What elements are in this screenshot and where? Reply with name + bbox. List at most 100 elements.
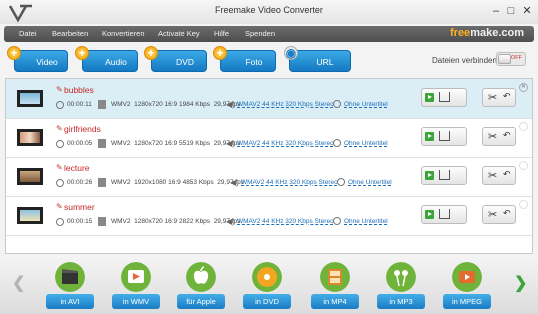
file-name[interactable]: lecture xyxy=(64,163,90,173)
menu-datei[interactable]: Datei xyxy=(19,29,37,38)
subtitle-icon xyxy=(333,139,341,147)
format-mpeg-button[interactable]: in MPEG xyxy=(443,262,491,312)
brand-logo[interactable]: freemake.com xyxy=(450,27,524,39)
scroll-left-icon[interactable]: ❮ xyxy=(12,273,25,293)
audio-track[interactable]: WMAV2 44 KHz 320 Kbps Stereo xyxy=(237,218,334,225)
video-info: WMV2 1280x720 16:9 2822 Kbps 29,97 fps xyxy=(111,218,240,225)
audio-track[interactable]: WMAV2 44 KHz 320 Kbps Stereo xyxy=(237,140,334,147)
audio-track[interactable]: WMAV2 44 KHz 320 Kbps Stereo xyxy=(237,101,334,108)
menu-hilfe[interactable]: Hilfe xyxy=(214,29,229,38)
title-bar: Freemake Video Converter – □ ✕ xyxy=(0,0,538,24)
format-wmv-button[interactable]: in WMV xyxy=(112,262,160,312)
subtitles-select[interactable]: Ohne Untertitel xyxy=(348,179,392,186)
scissors-icon: ✂ xyxy=(488,92,498,104)
add-audio-plus-icon: + xyxy=(75,46,89,60)
film-icon xyxy=(98,178,106,187)
play-download-button[interactable] xyxy=(421,205,467,224)
video-info: WMV2 1280x720 16:9 1984 Kbps 29,97 fps xyxy=(111,101,240,108)
remove-file-icon[interactable] xyxy=(519,161,528,170)
rotate-icon: ↶ xyxy=(503,130,511,140)
format-dvd-button[interactable]: in DVD xyxy=(243,262,291,312)
file-row[interactable]: ✎ bubbles 00:00:11 WMV2 1280x720 16:9 19… xyxy=(6,79,532,119)
remove-file-icon[interactable]: ✕ xyxy=(519,83,528,92)
tv-icon xyxy=(452,262,482,292)
add-dvd-label: DVD xyxy=(176,57,194,67)
toggle-state-label: OFF xyxy=(511,55,522,61)
edit-name-icon[interactable]: ✎ xyxy=(56,163,63,172)
add-video-button[interactable]: Video xyxy=(14,50,68,72)
video-bitrate: 5519 Kbps xyxy=(178,140,211,147)
video-info: WMV2 1920x1080 16:9 4853 Kbps 29,97 fps xyxy=(111,179,244,186)
windows-media-icon xyxy=(121,262,151,292)
video-aspect: 16:9 xyxy=(168,179,181,186)
file-name[interactable]: girlfriends xyxy=(64,124,101,134)
add-audio-button[interactable]: Audio xyxy=(82,50,138,72)
video-bitrate: 1984 Kbps xyxy=(178,101,211,108)
file-row[interactable]: ✎ summer 00:00:15 WMV2 1280x720 16:9 282… xyxy=(6,196,532,236)
file-name[interactable]: summer xyxy=(64,202,95,212)
format-apple-button[interactable]: für Apple xyxy=(177,262,225,312)
remove-file-icon[interactable] xyxy=(519,122,528,131)
video-resolution: 1280x720 xyxy=(134,218,163,225)
video-bitrate: 2822 Kbps xyxy=(178,218,211,225)
film-icon xyxy=(98,139,106,148)
video-codec: WMV2 xyxy=(111,140,131,147)
edit-name-icon[interactable]: ✎ xyxy=(56,202,63,211)
edit-name-icon[interactable]: ✎ xyxy=(56,85,63,94)
file-duration: 00:00:15 xyxy=(67,218,93,225)
play-download-button[interactable] xyxy=(421,127,467,146)
clock-icon xyxy=(56,140,64,148)
format-avi-button[interactable]: in AVI xyxy=(46,262,94,312)
video-codec: WMV2 xyxy=(111,101,131,108)
join-files-toggle[interactable]: OFF xyxy=(496,52,526,66)
menu-activate-key[interactable]: Activate Key xyxy=(158,29,200,38)
clock-icon xyxy=(56,218,64,226)
subtitles-select[interactable]: Ohne Untertitel xyxy=(344,140,388,147)
audio-track[interactable]: WMAV2 44 KHz 320 Kbps Stereo xyxy=(241,179,338,186)
video-aspect: 16:9 xyxy=(164,101,178,108)
video-codec: WMV2 xyxy=(111,179,131,186)
play-icon xyxy=(425,93,434,102)
format-mp3-button[interactable]: in MP3 xyxy=(377,262,425,312)
scroll-right-icon[interactable]: ❯ xyxy=(514,273,527,293)
add-photo-label: Foto xyxy=(245,57,263,67)
rotate-icon: ↶ xyxy=(503,91,511,101)
edit-name-icon[interactable]: ✎ xyxy=(56,124,63,133)
menu-spenden[interactable]: Spenden xyxy=(245,29,275,38)
brand-rest: make.com xyxy=(470,27,524,39)
format-wmv-label: in WMV xyxy=(112,294,160,309)
scissors-icon: ✂ xyxy=(488,170,498,182)
menu-bearbeiten[interactable]: Bearbeiten xyxy=(52,29,88,38)
file-name[interactable]: bubbles xyxy=(64,85,94,95)
subtitles-select[interactable]: Ohne Untertitel xyxy=(344,218,388,225)
window-title: Freemake Video Converter xyxy=(215,5,323,15)
download-icon xyxy=(439,131,450,141)
clapperboard-icon xyxy=(55,262,85,292)
video-aspect: 16:9 xyxy=(164,140,178,147)
format-avi-label: in AVI xyxy=(46,294,94,309)
subtitles-select[interactable]: Ohne Untertitel xyxy=(344,101,388,108)
subtitle-icon xyxy=(337,178,345,186)
film-frames-icon xyxy=(320,262,350,292)
cut-rotate-button[interactable]: ✂ ↶ xyxy=(482,166,516,185)
format-mp4-button[interactable]: in MP4 xyxy=(311,262,359,312)
close-button[interactable]: ✕ xyxy=(517,3,537,19)
add-photo-button[interactable]: Foto xyxy=(220,50,276,72)
toggle-knob xyxy=(498,54,511,64)
cut-rotate-button[interactable]: ✂ ↶ xyxy=(482,88,516,107)
speaker-icon: ◀) xyxy=(230,178,239,187)
cut-rotate-button[interactable]: ✂ ↶ xyxy=(482,127,516,146)
paste-url-button[interactable]: URL einfügen xyxy=(289,50,351,89)
remove-file-icon[interactable] xyxy=(519,200,528,209)
cut-rotate-button[interactable]: ✂ ↶ xyxy=(482,205,516,224)
speaker-icon: ◀) xyxy=(226,217,235,226)
add-dvd-button[interactable]: DVD xyxy=(151,50,207,72)
brand-free: free xyxy=(450,27,471,39)
play-download-button[interactable] xyxy=(421,88,467,107)
play-download-button[interactable] xyxy=(421,166,467,185)
menu-konvertieren[interactable]: Konvertieren xyxy=(102,29,145,38)
video-resolution: 1920x1080 xyxy=(134,179,167,186)
file-row[interactable]: ✎ girlfriends 00:00:05 WMV2 1280x720 16:… xyxy=(6,118,532,158)
rotate-icon: ↶ xyxy=(503,169,511,179)
file-row[interactable]: ✎ lecture 00:00:26 WMV2 1920x1080 16:9 4… xyxy=(6,157,532,197)
